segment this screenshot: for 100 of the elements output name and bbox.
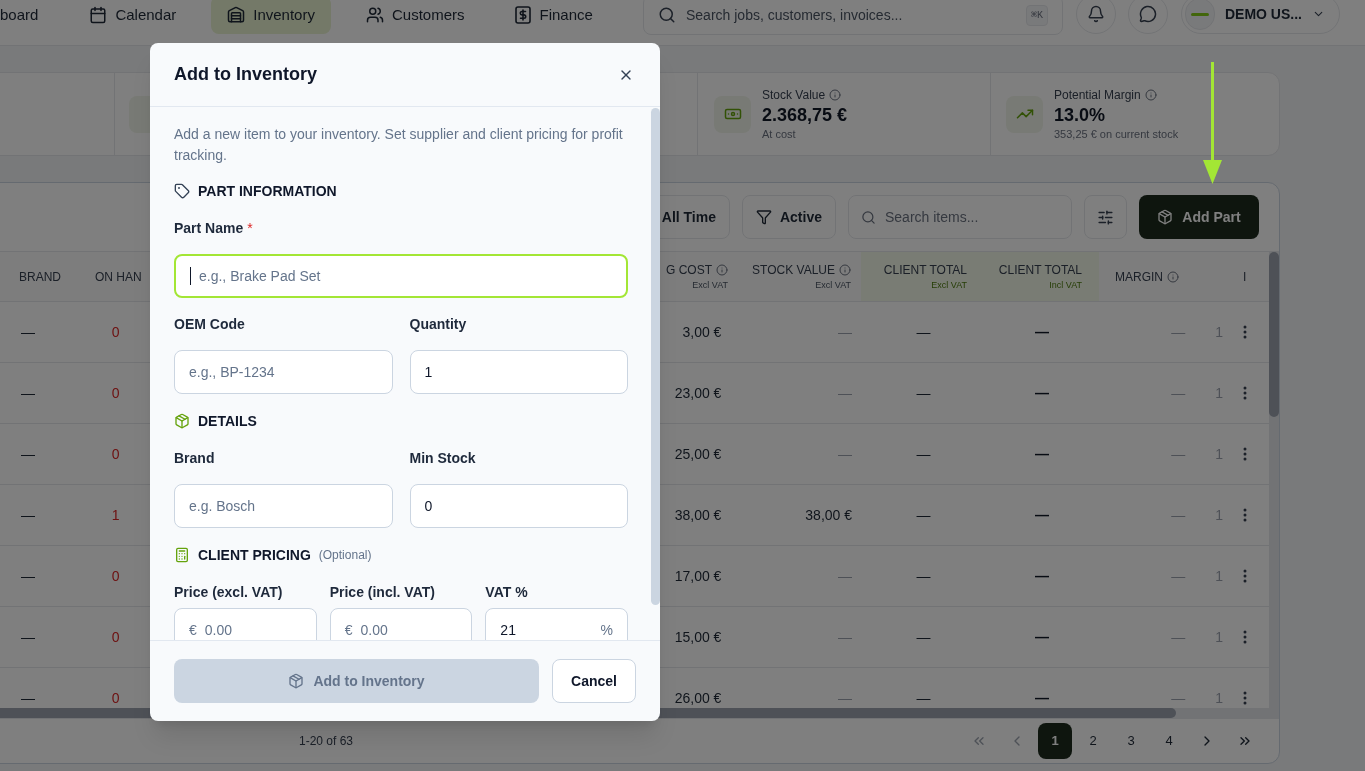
vertical-scrollbar[interactable] xyxy=(1269,252,1279,718)
table-cell: — xyxy=(1035,567,1050,584)
table-cell: — xyxy=(838,628,853,645)
table-cell: — xyxy=(838,689,853,706)
field-label: Part Name xyxy=(174,218,244,238)
column-settings-button[interactable] xyxy=(1084,195,1127,239)
table-cell: — xyxy=(1171,567,1186,584)
table-cell: 26,00 € xyxy=(674,689,722,706)
dialog-title: Add to Inventory xyxy=(174,63,317,86)
table-cell: — xyxy=(838,384,853,401)
table-cell: — xyxy=(20,689,35,706)
input-field[interactable]: e.g. Bosch xyxy=(174,484,393,528)
add-part-button[interactable]: Add Part xyxy=(1139,195,1259,239)
notifications-button[interactable] xyxy=(1076,0,1116,34)
warehouse-icon xyxy=(227,6,246,24)
table-cell: 17,00 € xyxy=(674,567,722,584)
stat-value: 2.368,75 € xyxy=(762,103,848,126)
input-field[interactable]: 1 xyxy=(409,350,628,394)
input-field[interactable]: e.g., Brake Pad Set xyxy=(174,254,628,298)
table-cell: — xyxy=(916,445,931,462)
page-button[interactable]: 1 xyxy=(1038,723,1072,759)
row-menu-button[interactable] xyxy=(1242,691,1247,705)
tag-icon xyxy=(174,183,190,199)
row-menu-button[interactable] xyxy=(1242,569,1247,583)
column-subtitle: Excl VAT xyxy=(692,278,728,292)
table-cell: — xyxy=(1171,689,1186,706)
stat-label: Stock Value xyxy=(762,86,826,104)
percent-suffix: % xyxy=(600,620,613,640)
nav-tab[interactable]: board xyxy=(0,0,55,34)
more-icon xyxy=(1242,386,1247,400)
row-menu-button[interactable] xyxy=(1242,386,1247,400)
table-cell: 1 xyxy=(111,506,120,523)
table-cell: — xyxy=(1171,628,1186,645)
nav-tab[interactable]: Finance xyxy=(499,0,609,34)
package-icon xyxy=(1157,209,1174,225)
table-cell: — xyxy=(1035,384,1050,401)
table-cell: — xyxy=(1171,445,1186,462)
more-icon xyxy=(1242,508,1247,522)
field-value: 0 xyxy=(424,496,434,516)
page-button[interactable]: 3 xyxy=(1114,723,1148,759)
row-menu-button[interactable] xyxy=(1242,447,1247,461)
table-cell: — xyxy=(1171,384,1186,401)
field-placeholder: 0.00 xyxy=(360,620,389,640)
search-icon xyxy=(861,209,876,225)
table-cell: — xyxy=(916,567,931,584)
table-cell: 0 xyxy=(111,384,120,401)
column-title: MARGIN xyxy=(1115,268,1163,286)
table-cell: — xyxy=(838,323,853,340)
nav-tab[interactable]: Customers xyxy=(349,0,481,34)
stat-label: Potential Margin xyxy=(1054,86,1141,104)
input-field[interactable]: € 0.00 xyxy=(174,608,317,640)
input-field[interactable]: e.g., BP-1234 xyxy=(174,350,393,394)
table-cell: 3,00 € xyxy=(682,323,722,340)
row-menu-button[interactable] xyxy=(1242,508,1247,522)
nav-tab[interactable]: Calendar xyxy=(73,0,193,34)
field-placeholder: e.g., Brake Pad Set xyxy=(199,266,322,286)
user-menu[interactable]: DEMO US... xyxy=(1181,0,1340,34)
row-menu-button[interactable] xyxy=(1242,325,1247,339)
table-cell: 25,00 € xyxy=(674,445,722,462)
row-menu-button[interactable] xyxy=(1242,630,1247,644)
field-label: Price (incl. VAT) xyxy=(329,582,435,602)
status-filter-button[interactable]: Active xyxy=(741,195,836,239)
column-title: BRAND xyxy=(19,268,61,286)
items-search-field[interactable]: Search items... xyxy=(848,195,1072,239)
field-value: 1 xyxy=(424,362,434,382)
table-cell: — xyxy=(20,506,35,523)
table-cell: — xyxy=(1035,506,1050,523)
section-note: (Optional) xyxy=(318,547,372,564)
column-title: STOCK VALUE xyxy=(752,261,835,279)
page-button[interactable]: 4 xyxy=(1152,723,1186,759)
calendar-icon xyxy=(89,6,108,24)
field-label: Brand xyxy=(174,448,215,468)
column-title: G COST xyxy=(666,261,712,279)
more-icon xyxy=(1242,569,1247,583)
table-cell: — xyxy=(1035,628,1050,645)
users-icon xyxy=(365,6,384,24)
more-icon xyxy=(1242,325,1247,339)
input-field[interactable]: € 0.00 xyxy=(329,608,473,640)
field-label: Price (excl. VAT) xyxy=(174,582,283,602)
table-cell: 0 xyxy=(111,567,120,584)
input-field[interactable]: 21 % xyxy=(485,608,628,640)
column-subtitle: Excl VAT xyxy=(931,278,967,292)
field-label: VAT % xyxy=(485,582,528,602)
section-title: PART INFORMATION xyxy=(198,181,337,201)
input-field[interactable]: 0 xyxy=(409,484,628,528)
nav-tab[interactable]: Inventory xyxy=(211,0,331,34)
more-icon xyxy=(1242,691,1247,705)
messages-button[interactable] xyxy=(1128,0,1168,34)
field-value: 21 xyxy=(500,620,517,640)
page-button[interactable]: 2 xyxy=(1076,723,1110,759)
table-cell: — xyxy=(1035,689,1050,706)
info-icon xyxy=(829,88,842,101)
table-cell: — xyxy=(916,689,931,706)
table-cell: — xyxy=(1035,323,1050,340)
filter-icon xyxy=(755,209,772,225)
cancel-button[interactable]: Cancel xyxy=(552,659,636,703)
table-cell: 0 xyxy=(111,445,120,462)
section-title: CLIENT PRICING xyxy=(198,545,311,565)
search-placeholder: Search items... xyxy=(885,207,979,227)
search-field[interactable]: Search jobs, customers, invoices... ⌘K xyxy=(643,0,1063,35)
